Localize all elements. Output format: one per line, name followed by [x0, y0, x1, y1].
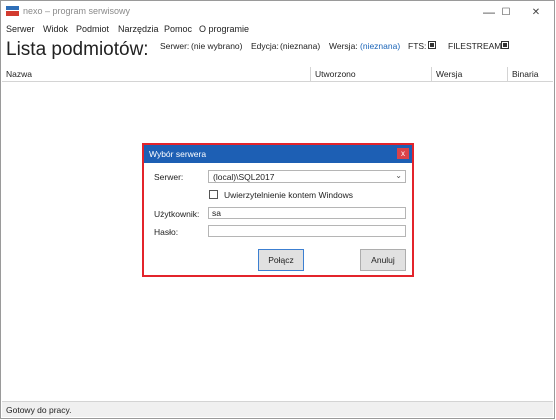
title-bar: nexo – program serwisowy — ☐ ✕ [1, 1, 554, 23]
dropdown-arrow-icon[interactable]: ⌄ [395, 171, 402, 180]
menu-narzedzia[interactable]: Narzędzia [118, 24, 159, 34]
menu-bar: Serwer Widok Podmiot Narzędzia Pomoc O p… [1, 23, 554, 37]
cancel-button[interactable]: Anuluj [360, 249, 406, 271]
windows-auth-checkbox[interactable] [209, 190, 218, 199]
column-binaria[interactable]: Binaria [508, 67, 555, 81]
window-title: nexo – program serwisowy [23, 6, 131, 16]
server-value: (nie wybrano) [191, 41, 243, 51]
menu-pomoc[interactable]: Pomoc [164, 24, 192, 34]
password-input[interactable] [208, 225, 406, 237]
user-label: Użytkownik: [154, 209, 200, 219]
server-selection-dialog: Wybór serwera x Serwer: (local)\SQL2017 … [142, 143, 414, 277]
windows-auth-label[interactable]: Uwierzytelnienie kontem Windows [224, 190, 353, 200]
user-input[interactable]: sa [208, 207, 406, 219]
close-icon[interactable]: ✕ [519, 1, 553, 23]
grid-header: Nazwa Utworzono Wersja Binaria [2, 67, 553, 82]
edition-value: (nieznana) [280, 41, 321, 51]
dialog-close-icon[interactable]: x [397, 148, 409, 159]
version-value[interactable]: (nieznana) [360, 41, 400, 51]
server-combobox-value: (local)\SQL2017 [213, 172, 275, 182]
column-nazwa[interactable]: Nazwa [2, 67, 311, 81]
menu-podmiot[interactable]: Podmiot [76, 24, 109, 34]
status-text: Gotowy do pracy. [6, 405, 72, 415]
edition-label: Edycja: [251, 41, 279, 51]
menu-o-programie[interactable]: O programie [199, 24, 249, 34]
filestream-label: FILESTREAM: [448, 41, 504, 51]
column-wersja[interactable]: Wersja [432, 67, 508, 81]
dialog-title-bar: Wybór serwera x [144, 145, 412, 163]
app-icon [6, 6, 19, 16]
column-utworzono[interactable]: Utworzono [311, 67, 432, 81]
filestream-checkbox [501, 41, 509, 49]
server-combobox[interactable]: (local)\SQL2017 ⌄ [208, 170, 406, 183]
status-bar: Gotowy do pracy. [2, 401, 553, 417]
menu-widok[interactable]: Widok [43, 24, 68, 34]
password-label: Hasło: [154, 227, 179, 237]
menu-serwer[interactable]: Serwer [6, 24, 35, 34]
dialog-server-label: Serwer: [154, 172, 184, 182]
maximize-icon[interactable]: ☐ [489, 1, 523, 23]
fts-checkbox [428, 41, 436, 49]
server-label: Serwer: [160, 41, 190, 51]
fts-label: FTS: [408, 41, 427, 51]
dialog-title: Wybór serwera [149, 149, 207, 159]
connect-button[interactable]: Połącz [258, 249, 304, 271]
version-label: Wersja: [329, 41, 358, 51]
page-title: Lista podmiotów: [6, 39, 149, 60]
